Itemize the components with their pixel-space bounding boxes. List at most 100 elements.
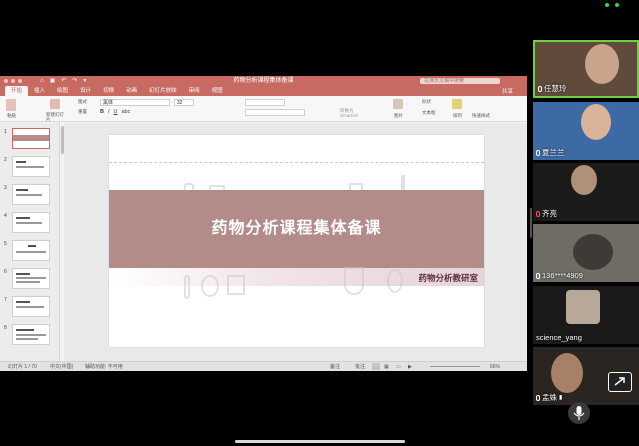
slide-thumbnail[interactable] (12, 240, 50, 261)
paste-icon[interactable] (6, 99, 16, 111)
underline-button[interactable]: U (114, 109, 118, 115)
title-bar: ⌂ ▣ ↶ ↷ ▾ 药物分析课程集体备课 在演示文稿中搜索 (0, 76, 527, 86)
conical-flask-icon (227, 275, 245, 295)
signal-icon: ▮ (559, 395, 563, 401)
mic-icon (536, 149, 540, 156)
current-slide[interactable]: 药物分析课程集体备课 药物分析教研室 (109, 135, 484, 347)
mic-icon (536, 394, 540, 401)
microphone-icon (573, 406, 585, 420)
slide-count: 幻灯片 1 / 70 (8, 364, 37, 370)
align-group[interactable] (245, 109, 305, 116)
tab-draw[interactable]: 绘图 (51, 86, 74, 96)
reset-button[interactable]: 重置 (78, 109, 87, 115)
video-feed (581, 104, 611, 140)
participant-label: 136****4909 (536, 271, 583, 280)
tab-view[interactable]: 视图 (206, 86, 229, 96)
department-label[interactable]: 药物分析教研室 (418, 272, 478, 284)
thumb-number: 4 (4, 213, 7, 219)
tab-review[interactable]: 审阅 (183, 86, 206, 96)
slideshow-icon[interactable]: ▶ (408, 362, 412, 371)
accessibility-status[interactable]: 辅助功能: 不可用 (85, 362, 123, 371)
mic-muted-icon (536, 210, 540, 217)
mic-icon (538, 85, 542, 92)
arrange-label: 排列 (453, 113, 462, 118)
shape-button[interactable]: 形状 (422, 99, 431, 105)
font-size-select[interactable]: 32 (174, 99, 194, 106)
textbox-button[interactable]: 文本框 (422, 110, 436, 116)
slide-thumbnail[interactable] (12, 296, 50, 317)
italic-button[interactable]: I (108, 109, 110, 115)
thumb-number: 2 (4, 157, 7, 163)
participant-tile[interactable]: 夏兰兰 (533, 102, 639, 160)
stethoscope-icon (344, 267, 364, 295)
slide-thumbnail-pane[interactable]: 1 2 3 4 5 6 7 8 (0, 123, 60, 361)
test-tube-icon (184, 275, 190, 299)
shared-powerpoint-window: ⌂ ▣ ↶ ↷ ▾ 药物分析课程集体备课 在演示文稿中搜索 开始 插入 绘图 设… (0, 76, 527, 371)
tab-slideshow[interactable]: 幻灯片放映 (143, 86, 183, 96)
share-button[interactable]: 共享 (502, 87, 513, 95)
slide-thumbnail[interactable] (12, 324, 50, 345)
video-feed (551, 353, 583, 393)
thumb-number: 6 (4, 269, 7, 275)
dot-green (605, 3, 609, 7)
flask-icon (201, 275, 219, 297)
new-slide-label: 新建幻灯片 (46, 112, 64, 122)
panel-divider-handle[interactable] (530, 208, 532, 238)
home-indicator[interactable] (235, 440, 405, 443)
slide-thumbnail[interactable] (12, 268, 50, 289)
picture-label: 图片 (394, 113, 403, 118)
font-name-select[interactable]: 黑体 (100, 99, 170, 106)
slide-thumbnail[interactable] (12, 156, 50, 177)
zoom-level[interactable]: 66% (490, 362, 500, 371)
thumb-number: 8 (4, 325, 7, 331)
participant-tile[interactable]: 齐亮 (533, 163, 639, 221)
video-feed (571, 165, 597, 195)
dot-green (615, 3, 619, 7)
participant-tile[interactable]: science_yang (533, 286, 639, 344)
tab-animations[interactable]: 动画 (120, 86, 143, 96)
arrange-icon[interactable] (452, 99, 462, 109)
paragraph-group[interactable] (245, 99, 285, 106)
new-slide-icon[interactable] (50, 99, 60, 109)
search-input[interactable]: 在演示文稿中搜索 (420, 78, 500, 84)
paste-label: 粘贴 (7, 113, 16, 118)
zoom-slider[interactable] (430, 366, 480, 367)
tab-transitions[interactable]: 切换 (97, 86, 120, 96)
tab-insert[interactable]: 插入 (28, 86, 51, 96)
layout-button[interactable]: 版式 (78, 99, 87, 105)
slide-thumbnail[interactable] (12, 184, 50, 205)
strike-button[interactable]: abc (122, 109, 131, 115)
slide-canvas: 药物分析课程集体备课 药物分析教研室 (64, 123, 527, 361)
participant-label: 任慧玲 (538, 83, 567, 94)
expand-icon (614, 377, 625, 386)
language-indicator[interactable]: 中文(中国) (50, 362, 73, 371)
tab-home[interactable]: 开始 (5, 86, 29, 96)
thumb-number: 7 (4, 297, 7, 303)
ribbon-toolbar: 粘贴 新建幻灯片 版式 重置 黑体 32 B I U abc 转换为SmartA… (0, 96, 527, 122)
thumb-number: 1 (4, 129, 7, 135)
font-format-group: B I U abc (100, 109, 130, 115)
tab-design[interactable]: 设计 (74, 86, 97, 96)
dashed-guide (109, 162, 484, 163)
picture-icon[interactable] (393, 99, 403, 109)
slide-thumbnail[interactable] (12, 128, 50, 149)
reading-view-icon[interactable]: ▭ (396, 362, 401, 371)
participant-tile[interactable]: 136****4909 (533, 224, 639, 282)
participant-label: 夏兰兰 (536, 147, 565, 158)
convert-smartart-button[interactable]: 转换为SmartArt (340, 108, 365, 118)
bold-button[interactable]: B (100, 109, 104, 115)
slide-thumbnail[interactable] (12, 212, 50, 233)
normal-view-button[interactable] (372, 363, 380, 370)
video-feed (585, 44, 619, 84)
quick-style-label[interactable]: 快速样式 (472, 113, 490, 119)
participant-tile[interactable]: 任慧玲 (533, 40, 639, 98)
participant-label: 齐亮 (536, 208, 557, 219)
microphone-button[interactable] (568, 402, 590, 424)
comments-button[interactable]: 批注 (355, 362, 365, 371)
slide-title[interactable]: 药物分析课程集体备课 (109, 190, 484, 268)
mic-icon (536, 272, 540, 279)
ribbon-tabs: 开始 插入 绘图 设计 切换 动画 幻灯片放映 审阅 视图 共享 (0, 86, 527, 96)
notes-button[interactable]: 备注 (330, 362, 340, 371)
exit-fullscreen-button[interactable] (608, 372, 632, 392)
slide-sorter-icon[interactable]: ▦ (384, 362, 389, 371)
